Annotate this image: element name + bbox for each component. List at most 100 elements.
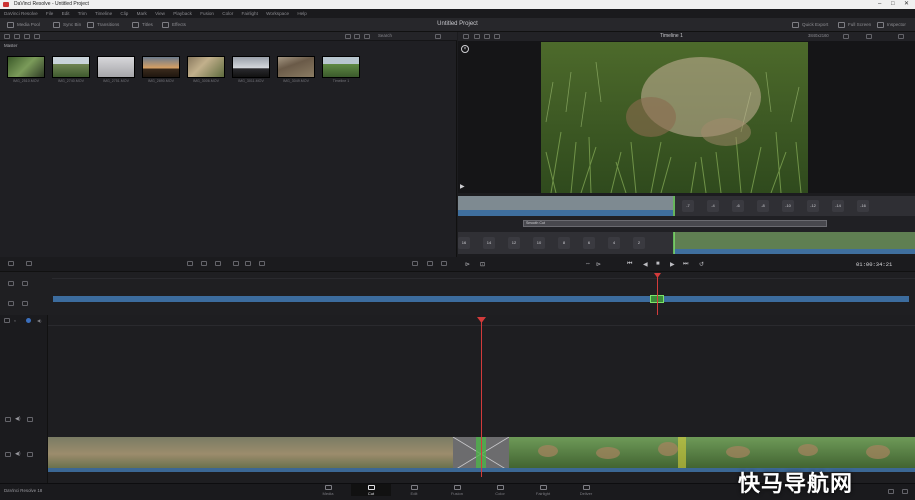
zoom-icon[interactable]: [866, 34, 872, 39]
menu-item[interactable]: Fusion: [200, 11, 214, 16]
audio-icon[interactable]: [843, 34, 849, 39]
track-audio-icon[interactable]: ◀): [15, 416, 21, 422]
page-fairlight[interactable]: Fairlight: [523, 484, 563, 496]
inspector-button[interactable]: Inspector: [877, 21, 906, 29]
skip-start-icon[interactable]: ⏮: [627, 261, 632, 268]
stop-icon[interactable]: ■: [656, 261, 660, 267]
skip-end-icon[interactable]: ⏭: [683, 261, 688, 268]
place-on-top-icon[interactable]: [245, 261, 251, 266]
shuttle-icon[interactable]: ⊳: [596, 261, 601, 268]
home-icon[interactable]: [888, 489, 894, 494]
more-icon[interactable]: [898, 34, 904, 39]
maximize-icon[interactable]: □: [891, 0, 895, 9]
page-color[interactable]: Color: [480, 484, 520, 496]
close-icon[interactable]: ✕: [904, 0, 909, 9]
thumbnail-view-icon[interactable]: [345, 34, 351, 39]
menu-item[interactable]: Workspace: [266, 11, 289, 16]
timeline-view-icon[interactable]: [484, 34, 490, 39]
media-clip[interactable]: IMG_3049.MOV: [277, 56, 315, 83]
transition-bar[interactable]: [523, 220, 827, 227]
jog-icon[interactable]: ⇔: [585, 261, 591, 267]
menu-item[interactable]: Help: [297, 11, 306, 16]
page-media[interactable]: Media: [308, 484, 348, 496]
page-fusion[interactable]: Fusion: [437, 484, 477, 496]
page-deliver[interactable]: Deliver: [566, 484, 606, 496]
menu-item[interactable]: Mark: [137, 11, 147, 16]
search-label[interactable]: Search: [378, 33, 392, 38]
media-clip[interactable]: IMG_2751.MOV: [97, 56, 135, 83]
menu-item[interactable]: Playback: [173, 11, 192, 16]
clip-strip[interactable]: [458, 232, 915, 254]
grid-view-icon[interactable]: [354, 34, 360, 39]
track-lock-icon[interactable]: [8, 301, 14, 306]
sort-icon[interactable]: [24, 34, 30, 39]
smart-indicator-icon[interactable]: [8, 261, 14, 266]
timeline-tools-icon[interactable]: [4, 318, 10, 323]
details-view-icon[interactable]: [364, 34, 370, 39]
video-track-icon[interactable]: [5, 417, 11, 422]
settings-icon[interactable]: [441, 261, 447, 266]
scissors-icon[interactable]: [26, 261, 32, 266]
play-icon[interactable]: ▶: [670, 261, 675, 268]
media-clip[interactable]: IMG_2510.MOV: [7, 56, 45, 83]
source-overwrite-icon[interactable]: [259, 261, 265, 266]
track-record-icon[interactable]: [26, 318, 31, 323]
timeline-name[interactable]: Timeline 1: [660, 33, 683, 39]
track-visibility-icon[interactable]: [27, 452, 33, 457]
source-tape-icon[interactable]: [474, 34, 480, 39]
upper-playhead[interactable]: [657, 273, 658, 315]
menu-item[interactable]: View: [155, 11, 165, 16]
list-view-icon[interactable]: [34, 34, 40, 39]
audio-toggle-icon[interactable]: ◀): [37, 318, 41, 323]
timeline-options-icon[interactable]: [427, 261, 433, 266]
media-clip[interactable]: IMG_3006.MOV: [187, 56, 225, 83]
loop-icon[interactable]: ⊡: [480, 261, 485, 268]
audio-meter-icon[interactable]: [412, 261, 418, 266]
quick-export-button[interactable]: Quick Export: [792, 21, 828, 29]
import-icon[interactable]: [14, 34, 20, 39]
page-cut[interactable]: Cut: [351, 484, 391, 496]
track-audio-icon[interactable]: ◀): [15, 451, 21, 457]
lower-playhead[interactable]: [481, 317, 482, 477]
fullscreen-toggle-icon[interactable]: ▶: [460, 183, 465, 190]
bin-list-icon[interactable]: [4, 34, 10, 39]
close-viewer-icon[interactable]: ×: [461, 45, 469, 53]
page-edit[interactable]: Edit: [394, 484, 434, 496]
play-in-out-icon[interactable]: ⊳: [465, 261, 470, 268]
options-icon[interactable]: [435, 34, 441, 39]
track-lock-icon[interactable]: [22, 301, 28, 306]
track-lock-icon[interactable]: [8, 281, 14, 286]
track-toggle-icon[interactable]: ◐: [14, 318, 16, 323]
media-clip[interactable]: IMG_3011.MOV: [232, 56, 270, 83]
menu-item[interactable]: DaVinci Resolve: [4, 11, 38, 16]
media-clip[interactable]: IMG_2740.MOV: [52, 56, 90, 83]
cut-page-icon: [367, 485, 375, 490]
resolution-label[interactable]: 3840x2160: [808, 33, 829, 38]
loop-playback-icon[interactable]: ↺: [699, 261, 704, 268]
full-screen-button[interactable]: Full Screen: [838, 21, 871, 29]
reverse-icon[interactable]: ◀: [643, 261, 648, 268]
menu-item[interactable]: Timeline: [95, 11, 112, 16]
upper-timeline-ruler[interactable]: [52, 273, 915, 279]
media-clip[interactable]: IMG_2890.MOV: [142, 56, 180, 83]
menu-item[interactable]: Clip: [120, 11, 128, 16]
upper-timeline-clip[interactable]: [53, 296, 909, 302]
menu-item[interactable]: Trim: [78, 11, 87, 16]
menu-item[interactable]: Fairlight: [242, 11, 258, 16]
settings-gear-icon[interactable]: [902, 489, 908, 494]
edit-page-icon: [410, 485, 418, 490]
close-up-icon[interactable]: [233, 261, 239, 266]
menu-item[interactable]: Color: [222, 11, 233, 16]
minimize-icon[interactable]: –: [878, 0, 881, 9]
menu-item[interactable]: Edit: [62, 11, 70, 16]
track-lock-icon[interactable]: [22, 281, 28, 286]
safe-area-icon[interactable]: [463, 34, 469, 39]
track-visibility-icon[interactable]: [27, 417, 33, 422]
insert-icon[interactable]: [187, 261, 193, 266]
timeline-clip[interactable]: Timeline 1: [322, 56, 360, 83]
viewer-options-icon[interactable]: [494, 34, 500, 39]
append-icon[interactable]: [201, 261, 207, 266]
ripple-icon[interactable]: [215, 261, 221, 266]
menu-item[interactable]: File: [46, 11, 53, 16]
video-track-icon[interactable]: [5, 452, 11, 457]
